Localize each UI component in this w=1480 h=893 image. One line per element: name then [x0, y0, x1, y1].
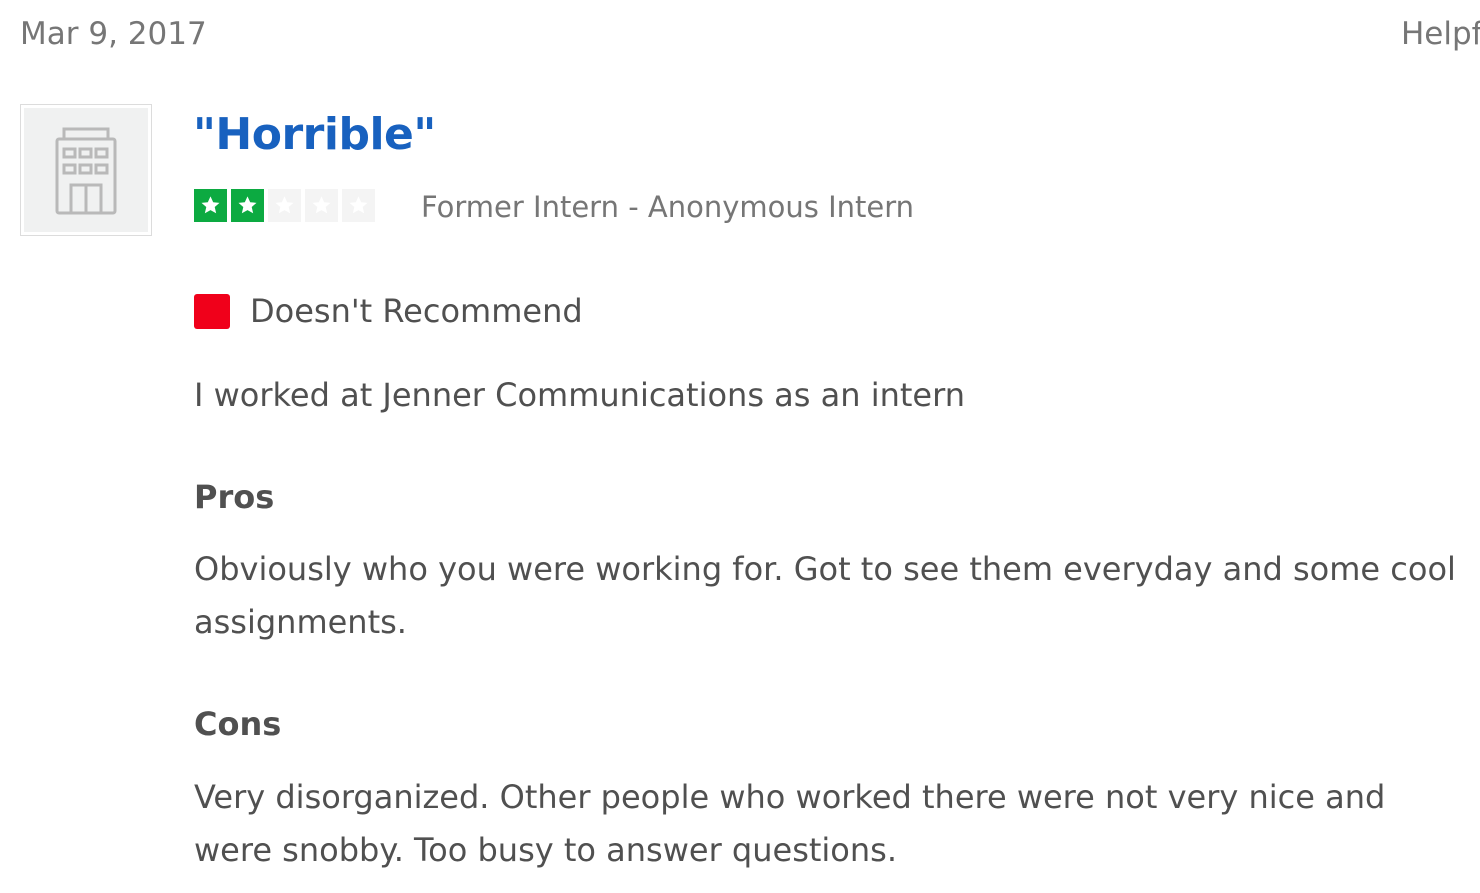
star-icon	[305, 189, 338, 222]
review-title[interactable]: "Horrible"	[193, 109, 436, 160]
star-icon	[194, 189, 227, 222]
cons-heading: Cons	[194, 705, 282, 743]
review-card: Mar 9, 2017 Helpf "Horrible" Former Inte…	[0, 0, 1480, 893]
recommendation-label: Doesn't Recommend	[250, 292, 583, 330]
recommendation: Doesn't Recommend	[194, 292, 583, 330]
building-icon	[24, 108, 148, 232]
pros-heading: Pros	[194, 478, 275, 516]
star-icon	[342, 189, 375, 222]
star-icon	[268, 189, 301, 222]
recommendation-indicator-icon	[194, 293, 230, 329]
review-date: Mar 9, 2017	[20, 16, 207, 52]
star-rating	[194, 189, 375, 222]
pros-text: Obviously who you were working for. Got …	[194, 550, 1456, 641]
employment-status: I worked at Jenner Communications as an …	[194, 376, 965, 414]
review-author: Former Intern - Anonymous Intern	[421, 190, 915, 224]
star-icon	[231, 189, 264, 222]
helpful-button[interactable]: Helpf	[1401, 16, 1480, 52]
company-logo[interactable]	[20, 104, 152, 236]
cons-text: Very disorganized. Other people who work…	[194, 778, 1386, 869]
